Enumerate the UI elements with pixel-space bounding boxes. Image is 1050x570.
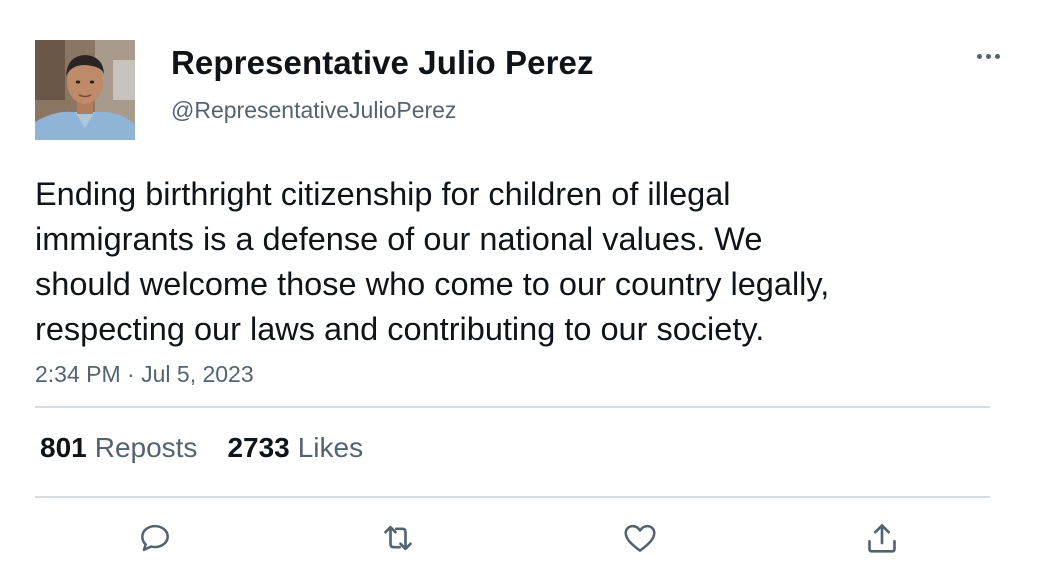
- avatar-photo: [35, 40, 135, 140]
- author-name[interactable]: Representative Julio Perez: [171, 44, 594, 82]
- reposts-stat[interactable]: 801 Reposts: [40, 432, 197, 464]
- author-handle[interactable]: @RepresentativeJulioPerez: [171, 97, 456, 124]
- tweet-timestamp[interactable]: 2:34 PM · Jul 5, 2023: [35, 361, 254, 388]
- avatar[interactable]: [35, 40, 135, 140]
- like-button[interactable]: [620, 518, 660, 558]
- likes-label: Likes: [297, 432, 364, 463]
- tweet-date: Jul 5, 2023: [141, 361, 254, 387]
- reposts-count: 801: [40, 432, 87, 463]
- tweet-stats: 801 Reposts 2733 Likes: [40, 432, 393, 464]
- divider: [35, 406, 990, 408]
- more-options-button[interactable]: [968, 44, 1008, 68]
- heart-icon: [624, 524, 656, 552]
- tweet-text: Ending birthright citizenship for childr…: [35, 176, 830, 347]
- more-horizontal-icon: [994, 53, 1000, 59]
- reposts-label: Reposts: [94, 432, 198, 463]
- share-button[interactable]: [862, 518, 902, 558]
- more-horizontal-icon: [976, 53, 982, 59]
- repost-icon: [384, 525, 412, 551]
- repost-button[interactable]: [378, 518, 418, 558]
- more-horizontal-icon: [985, 53, 991, 59]
- share-upload-icon: [868, 524, 896, 553]
- likes-stat[interactable]: 2733 Likes: [227, 432, 363, 464]
- reply-button[interactable]: [135, 518, 175, 558]
- tweet-time: 2:34 PM: [35, 361, 121, 387]
- tweet-card: Representative Julio Perez @Representati…: [0, 0, 1050, 570]
- reply-bubble-icon: [141, 524, 169, 552]
- divider: [35, 496, 990, 498]
- likes-count: 2733: [227, 432, 290, 463]
- timestamp-separator: ·: [127, 361, 135, 387]
